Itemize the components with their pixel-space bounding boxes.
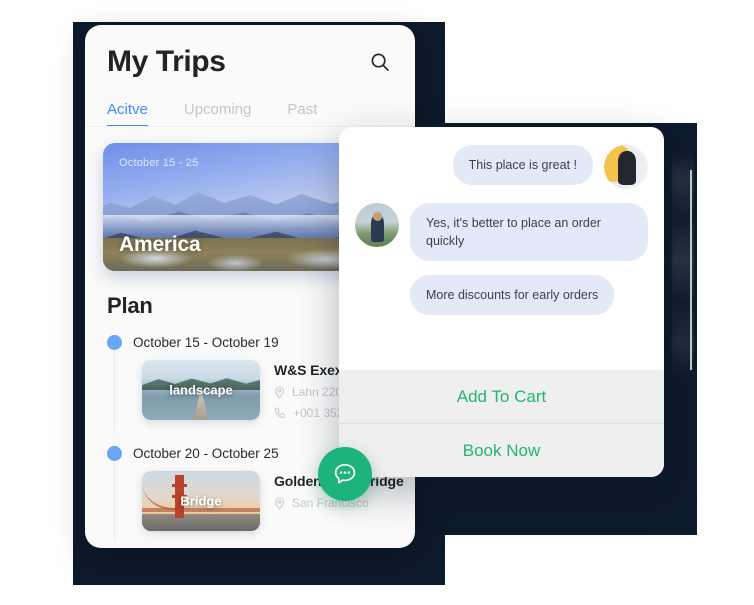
phone-icon — [274, 407, 286, 419]
thumbnail-label: Bridge — [180, 493, 222, 509]
trips-header: My Trips — [85, 25, 415, 79]
search-icon[interactable] — [367, 49, 393, 75]
chat-bubble: This place is great ! — [452, 145, 593, 186]
plan-item-address: San Francisco — [292, 496, 369, 510]
backdrop-highlight — [690, 170, 692, 370]
chat-actions: Add To Cart Book Now — [339, 370, 664, 477]
book-now-button[interactable]: Book Now — [339, 423, 664, 477]
chat-bubble: Yes, it's better to place an order quick… — [410, 203, 648, 262]
tab-active[interactable]: Acitve — [107, 101, 148, 127]
plan-date-dot — [107, 446, 122, 461]
plan-item-address: Lahn 220, — [292, 385, 346, 399]
tab-upcoming[interactable]: Upcoming — [184, 101, 252, 127]
map-pin-icon — [275, 385, 284, 399]
plan-date-dot — [107, 335, 122, 350]
add-to-cart-button[interactable]: Add To Cart — [339, 370, 664, 423]
chat-fab-button[interactable] — [318, 447, 372, 501]
chat-bubble: More discounts for early orders — [410, 275, 615, 316]
plan-date-label: October 15 - October 19 — [133, 335, 279, 350]
avatar — [355, 203, 399, 247]
thumbnail-label: landscape — [169, 382, 233, 398]
tab-past[interactable]: Past — [287, 101, 317, 127]
chat-panel: This place is great ! Yes, it's better t… — [339, 127, 664, 477]
hero-place-label: America — [119, 233, 201, 256]
plan-date-label: October 20 - October 25 — [133, 446, 279, 461]
chat-message-list: This place is great ! Yes, it's better t… — [339, 127, 664, 370]
avatar — [604, 145, 648, 189]
page-title: My Trips — [107, 45, 226, 78]
hero-date-label: October 15 - 25 — [119, 157, 199, 169]
bridge-water — [142, 514, 260, 531]
plan-item-thumbnail: Bridge — [142, 471, 260, 531]
chat-message: More discounts for early orders — [355, 275, 648, 316]
trips-tabs: Acitve Upcoming Past — [85, 79, 415, 127]
chat-bubble-dots-icon — [334, 463, 356, 484]
chat-message: Yes, it's better to place an order quick… — [355, 203, 648, 262]
map-pin-icon — [275, 496, 284, 510]
plan-item-thumbnail: landscape — [142, 360, 260, 420]
chat-message: This place is great ! — [355, 145, 648, 189]
bridge-deck — [142, 508, 260, 513]
